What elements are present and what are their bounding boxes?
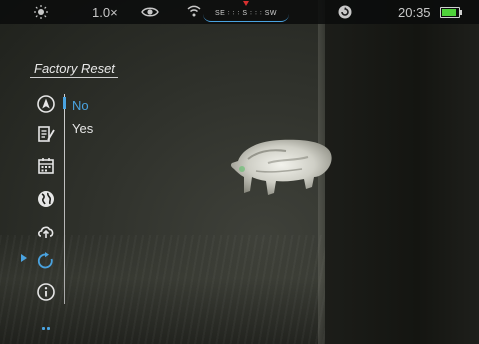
navigation-icon[interactable]	[36, 94, 56, 114]
status-bar: 1.0× SE ꞉ ꞉ ꞉ S ꞉ ꞉ ꞉ SW 20:35	[0, 0, 479, 24]
zoom-label: 1.0×	[92, 5, 118, 20]
menu-title: Factory Reset	[34, 61, 115, 76]
menu-divider-line	[64, 94, 65, 304]
battery-fill	[442, 9, 456, 16]
compass-marker	[243, 1, 249, 6]
thermal-view: 1.0× SE ꞉ ꞉ ꞉ S ꞉ ꞉ ꞉ SW 20:35 Factory R…	[0, 0, 479, 344]
globe-icon[interactable]	[36, 189, 56, 209]
clock-time: 20:35	[398, 5, 431, 20]
selection-indicator	[63, 97, 66, 109]
compass-scale: SE ꞉ ꞉ ꞉ S ꞉ ꞉ ꞉ SW	[203, 1, 289, 22]
calendar-icon[interactable]	[36, 156, 56, 176]
eye-icon[interactable]	[141, 5, 159, 19]
option-yes[interactable]: Yes	[72, 121, 93, 136]
title-divider	[30, 77, 118, 78]
page-indicator	[42, 317, 52, 335]
battery-nub	[460, 10, 462, 15]
info-icon[interactable]	[36, 282, 56, 302]
tree-trunk	[325, 0, 479, 344]
cloud-upload-icon[interactable]	[36, 221, 56, 241]
stream-icon[interactable]	[337, 4, 353, 20]
notes-icon[interactable]	[36, 124, 56, 144]
reset-icon[interactable]	[36, 251, 56, 271]
battery-icon	[440, 7, 462, 18]
compass-labels: SE ꞉ ꞉ ꞉ S ꞉ ꞉ ꞉ SW	[214, 10, 277, 17]
active-pointer	[21, 254, 27, 262]
option-no[interactable]: No	[72, 98, 89, 113]
sun-icon[interactable]	[33, 4, 49, 20]
thermal-boar-image	[230, 139, 332, 195]
wifi-icon[interactable]	[186, 3, 202, 19]
